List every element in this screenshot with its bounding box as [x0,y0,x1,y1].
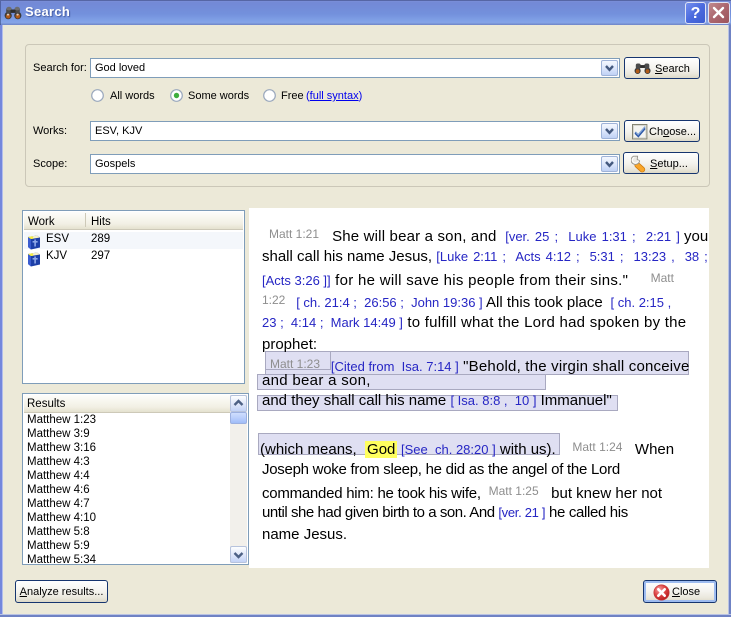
svg-text:?: ? [691,5,701,22]
